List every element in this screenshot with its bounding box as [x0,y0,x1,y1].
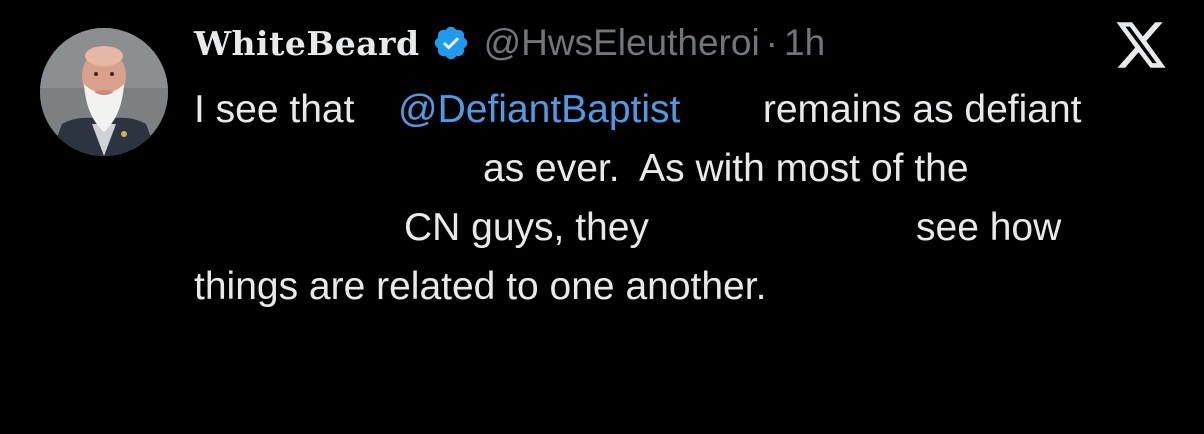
tweet-text: I see that @DefiantBaptist remains as de… [194,80,1184,316]
line4-text: things are related to one another. [194,265,767,308]
tweet-line-4: things are related to one another. [194,257,1184,316]
line1-prefix: I see that [194,88,366,131]
x-logo-icon[interactable] [1113,20,1169,70]
author-handle[interactable]: @HwsEleutheroi [484,22,760,64]
mention-link[interactable]: @DefiantBaptist [398,80,680,139]
line3-text-b: see how [916,206,1062,249]
line2-text: as ever. As with most of the [483,147,969,190]
verified-badge-icon [432,24,470,62]
author-avatar[interactable] [40,28,168,156]
line3-text-a: CN guys, they [404,206,649,249]
line1-suffix: remains as defiant [752,88,1082,131]
tweet-header: WhiteBeard @HwsEleutheroi · 1h [194,18,825,68]
bearded-man-avatar [40,28,168,156]
separator-dot: · [765,22,778,63]
tweet-line-2: as ever. As with most of the [194,139,1184,198]
tweet-line-1: I see that @DefiantBaptist remains as de… [194,80,1184,139]
author-display-name[interactable]: WhiteBeard [194,24,420,63]
tweet-timestamp[interactable]: 1h [784,22,825,64]
tweet-line-3: CN guys, they see how [194,198,1184,257]
